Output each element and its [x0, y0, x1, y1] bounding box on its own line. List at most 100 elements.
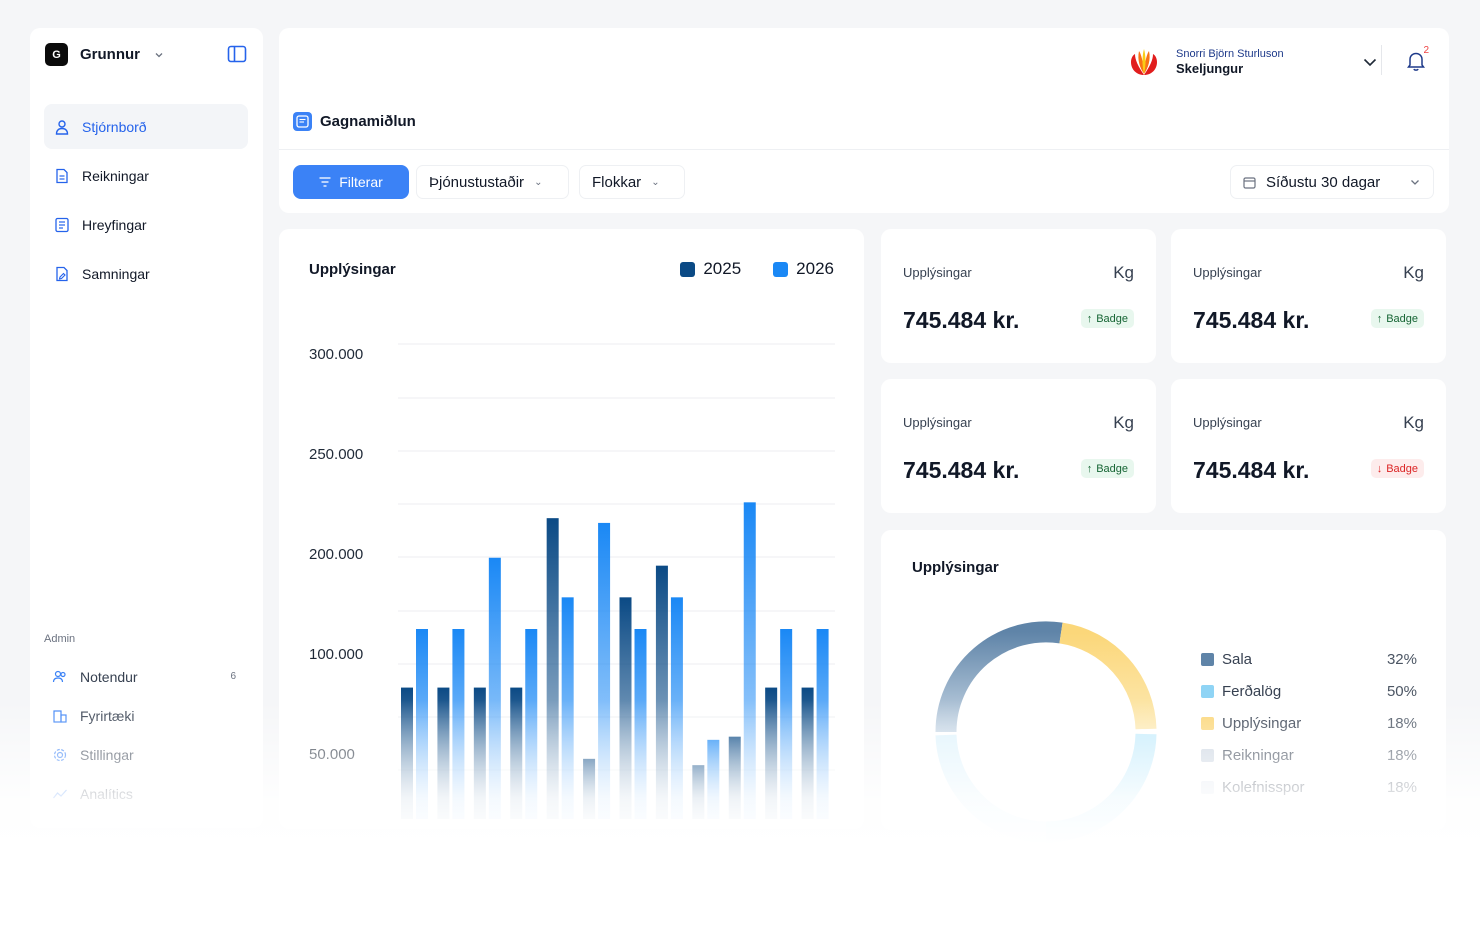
bar-2025[interactable] [619, 597, 632, 819]
bar-2025[interactable] [583, 758, 596, 819]
bar-2026[interactable] [525, 629, 538, 819]
legend-value: 18% [1386, 778, 1417, 796]
page-title: Gagnamiðlun [320, 113, 416, 130]
date-range-select[interactable]: Síðustu 30 dagar [1230, 165, 1434, 199]
chevron-down-icon: ⌄ [534, 176, 543, 188]
bar-chart-card: Upplýsingar 2025 2026 300.000 250.000 200.… [279, 229, 864, 829]
bar-2025[interactable] [801, 687, 814, 819]
bar-2026[interactable] [634, 629, 647, 819]
legend-label: Kolefnisspor [1222, 778, 1305, 796]
y-tick-label: 200.000 [309, 546, 363, 563]
chevron-down-icon[interactable] [1361, 53, 1379, 71]
header-divider [1381, 45, 1382, 75]
trend-badge: ↑ Badge [1370, 309, 1424, 328]
bar-2025[interactable] [546, 518, 559, 819]
sidebar-item-label: Hreyfingar [82, 216, 147, 233]
stat-card: Upplýsingar Kg 745.484 kr. ↑ Badge [881, 229, 1156, 363]
bar-2026[interactable] [743, 502, 756, 819]
bar-2026[interactable] [598, 522, 611, 819]
bar-2026[interactable] [488, 557, 501, 819]
legend-swatch [1201, 748, 1214, 762]
sidebar-item-contracts[interactable]: Samningar [44, 251, 248, 296]
bar-2025[interactable] [401, 687, 413, 819]
service-location-select[interactable]: Þjónustustaðir ⌄ [416, 165, 569, 199]
stat-label: Upplýsingar [903, 265, 972, 280]
legend-item[interactable]: Upplýsingar 18% [1201, 707, 1417, 739]
trend-badge: ↓ Badge [1370, 459, 1424, 478]
sidebar-item-label: Stillingar [80, 746, 134, 763]
stat-value: 745.484 kr. [903, 307, 1020, 333]
sidebar-item-invoices[interactable]: Reikningar [44, 153, 248, 198]
bar-2026[interactable] [670, 597, 683, 819]
sidebar-item-label: Analítics [80, 785, 133, 802]
legend-value: 32% [1386, 650, 1417, 668]
donut-chart [935, 621, 1157, 843]
contract-icon [56, 266, 68, 281]
stat-value: 745.484 kr. [1193, 457, 1310, 483]
sidebar-item-dashboard[interactable]: Stjórnborð [44, 104, 248, 149]
sidebar-item-settings[interactable]: Stillingar [44, 735, 248, 774]
filter-icon [319, 177, 331, 187]
legend-label: Reikningar [1222, 746, 1294, 764]
bar-2025[interactable] [728, 736, 741, 819]
sidebar-item-label: Stjórnborð [82, 118, 147, 135]
bar-2026[interactable] [816, 629, 829, 819]
count-badge: 6 [230, 671, 236, 682]
sidebar-item-label: Reikningar [82, 167, 149, 184]
y-tick-label: 50.000 [309, 746, 355, 763]
arrow-up-icon: ↑ [1376, 312, 1383, 325]
bar-2026[interactable] [780, 629, 793, 819]
org-logo: G [45, 43, 68, 66]
sidebar-item-companies[interactable]: Fyrirtæki [44, 696, 248, 735]
user-menu[interactable]: Snorri Björn Sturluson Skeljungur [1128, 46, 1379, 78]
bar-2026[interactable] [707, 739, 720, 819]
donut-chart-card: Upplýsingar Sala 32% Ferðalög 50% Upplýs… [881, 530, 1446, 843]
stat-value: 745.484 kr. [1193, 307, 1310, 333]
filter-button[interactable]: Filterar [293, 165, 409, 199]
gear-icon [53, 748, 67, 761]
badge-label: Badge [1386, 312, 1418, 325]
trend-badge: ↑ Badge [1080, 309, 1134, 328]
bar-2025[interactable] [692, 765, 705, 819]
org-switcher[interactable]: G Grunnur [45, 43, 164, 66]
category-select[interactable]: Flokkar ⌄ [579, 165, 685, 199]
bar-2025[interactable] [437, 687, 450, 819]
bar-2026[interactable] [561, 597, 574, 819]
bar-2026[interactable] [416, 629, 428, 819]
sidebar-item-users[interactable]: Notendur 6 [44, 657, 248, 696]
donut-segment-rest[interactable] [935, 734, 1047, 843]
stat-card: Upplýsingar Kg 745.484 kr. ↓ Badge [1171, 379, 1446, 513]
calendar-icon [1243, 176, 1256, 189]
org-name: Grunnur [80, 46, 140, 63]
arrow-up-icon: ↑ [1086, 462, 1093, 475]
donut-segment-ferdalog[interactable] [1045, 733, 1157, 843]
admin-nav: Notendur 6 Fyrirtæki Stillingar Analític… [44, 657, 248, 813]
donut-segment-upplysingar[interactable] [1059, 622, 1157, 730]
stat-unit: Kg [1113, 263, 1134, 282]
bar-2026[interactable] [452, 629, 465, 819]
sidebar-item-transactions[interactable]: Hreyfingar [44, 202, 248, 247]
header-divider-line [279, 149, 1449, 150]
dashboard-icon [293, 112, 312, 131]
building-icon [53, 709, 67, 723]
legend-item[interactable]: Kolefnisspor 18% [1201, 771, 1417, 803]
y-tick-label: 250.000 [309, 446, 363, 463]
sidebar-toggle-icon[interactable] [227, 44, 247, 64]
sidebar-item-analytics[interactable]: Analítics [44, 774, 248, 813]
arrow-down-icon: ↓ [1376, 462, 1383, 475]
donut-segment-sala[interactable] [935, 621, 1063, 733]
bar-2025[interactable] [473, 687, 486, 819]
bar-2025[interactable] [765, 687, 778, 819]
bar-2025[interactable] [655, 565, 668, 819]
donut-title: Upplýsingar [912, 559, 999, 576]
badge-label: Badge [1096, 312, 1128, 325]
y-tick-label: 300.000 [309, 346, 363, 363]
legend-item[interactable]: Reikningar 18% [1201, 739, 1417, 771]
legend-item[interactable]: Sala 32% [1201, 643, 1417, 675]
main-nav: Stjórnborð Reikningar Hreyfingar Samning… [44, 104, 248, 300]
legend-item[interactable]: Ferðalög 50% [1201, 675, 1417, 707]
bar-2025[interactable] [510, 687, 523, 819]
legend-swatch [1201, 684, 1214, 698]
legend-value: 18% [1386, 714, 1417, 732]
notification-count: 2 [1423, 45, 1429, 56]
